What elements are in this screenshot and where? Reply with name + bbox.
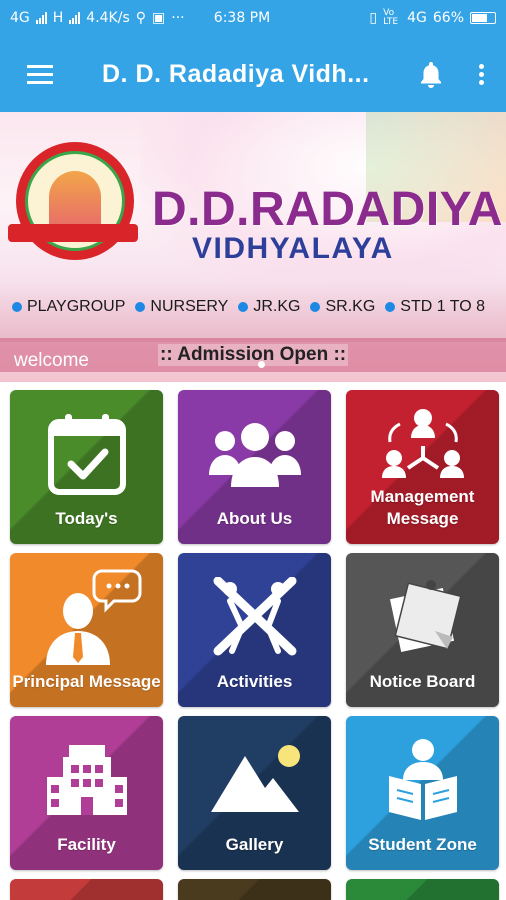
notes-icon <box>389 580 462 653</box>
overflow-menu-button[interactable] <box>456 36 506 112</box>
hamburger-icon <box>27 64 53 68</box>
tile-label: Notice Board <box>369 672 476 691</box>
tile-principal-message[interactable]: Principal Message <box>10 553 163 707</box>
app-bar: D. D. Radadiya Vidh... <box>0 36 506 112</box>
welcome-text: welcome <box>14 350 89 371</box>
school-logo <box>16 142 134 260</box>
tile-label: Management Message <box>370 487 475 528</box>
image-icon <box>210 745 300 812</box>
bell-icon <box>421 62 441 88</box>
menu-grid: Today's About Us Management Message Prin… <box>10 390 500 900</box>
more-vert-icon <box>478 63 484 69</box>
building-icon <box>46 745 127 815</box>
tile-label: Activities <box>216 672 293 691</box>
tile-todays[interactable]: Today's <box>10 390 163 544</box>
tile-management-message[interactable]: Management Message <box>346 390 499 544</box>
banner-programs: PLAYGROUP NURSERY JR.KG SR.KG STD 1 TO 8 <box>12 298 485 316</box>
calendar-check-icon <box>47 414 126 495</box>
carousel-indicator <box>258 361 265 368</box>
reading-student-icon <box>388 739 457 820</box>
tile-partial[interactable] <box>346 879 499 900</box>
admission-text: :: Admission Open :: <box>158 344 349 366</box>
notifications-button[interactable] <box>406 36 456 112</box>
signal-icon <box>35 12 47 24</box>
tile-label: Principal Message <box>12 672 161 691</box>
tile-label: About Us <box>216 509 293 528</box>
tile-student-zone[interactable]: Student Zone <box>346 716 499 870</box>
menu-button[interactable] <box>0 36 80 112</box>
battery-icon <box>470 12 496 24</box>
activities-icon <box>213 577 296 656</box>
volte-label: Vo LTE <box>383 8 399 27</box>
tile-about-us[interactable]: About Us <box>178 390 331 544</box>
tile-label: Today's <box>55 509 118 528</box>
tile-gallery[interactable]: Gallery <box>178 716 331 870</box>
network-right-label: 4G <box>407 10 427 26</box>
signal-icon-2 <box>69 12 81 24</box>
tile-label: Student Zone <box>368 835 477 854</box>
tile-facility[interactable]: Facility <box>10 716 163 870</box>
clock: 6:38 PM <box>213 10 271 26</box>
tile-partial[interactable] <box>178 879 331 900</box>
battery-percent: 66% <box>432 10 464 26</box>
banner-carousel[interactable]: D.D.RADADIYA VIDHYALAYA PLAYGROUP NURSER… <box>0 112 506 382</box>
tile-notice-board[interactable]: Notice Board <box>346 553 499 707</box>
tile-label: Gallery <box>225 835 284 854</box>
banner-school-name: D.D.RADADIYA <box>152 183 503 236</box>
program-item: PLAYGROUP <box>12 298 125 316</box>
program-item: NURSERY <box>135 298 228 316</box>
tile-label: Facility <box>57 835 116 854</box>
vibrate-icon: ▯ <box>369 10 378 26</box>
group-icon <box>208 423 301 487</box>
program-item: SR.KG <box>310 298 375 316</box>
program-item: JR.KG <box>238 298 300 316</box>
tile-partial[interactable] <box>10 879 163 900</box>
network-type-label: 4G <box>10 10 30 26</box>
hierarchy-icon <box>381 409 464 478</box>
speaker-chat-icon <box>45 569 141 665</box>
tile-activities[interactable]: Activities <box>178 553 331 707</box>
program-item: STD 1 TO 8 <box>385 298 485 316</box>
app-title: D. D. Radadiya Vidh... <box>102 59 370 88</box>
network-type-label-2: H <box>52 10 64 26</box>
status-bar: 4G H 4.4K/s ⚲ ▣ ··· 6:38 PM ▯ Vo LTE 4G … <box>0 0 506 36</box>
banner-school-sub: VIDHYALAYA <box>192 232 394 265</box>
